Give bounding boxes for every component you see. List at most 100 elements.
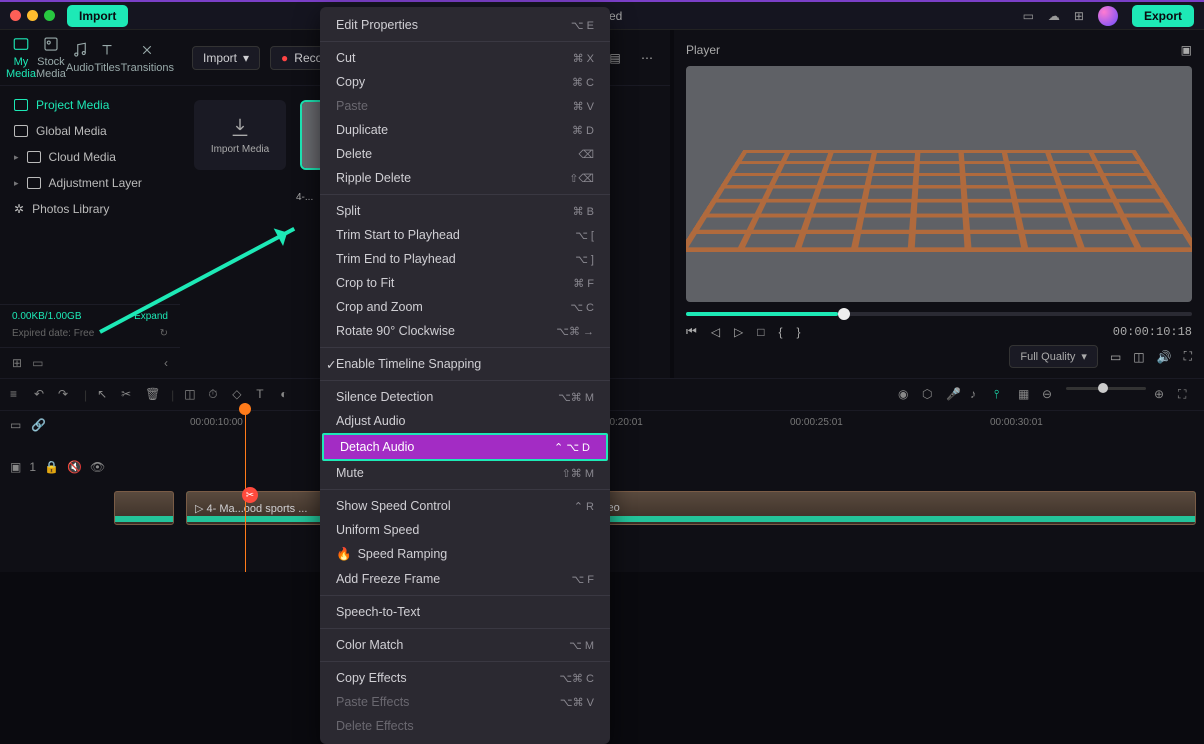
ctx-delete[interactable]: Delete⌫	[320, 142, 610, 166]
timeline-view-icon[interactable]: ▭	[10, 418, 21, 432]
ctx-color-match[interactable]: Color Match⌥ M	[320, 633, 610, 657]
layout-icon[interactable]: ▭	[1023, 9, 1034, 23]
track-visibility-icon[interactable]: ▣	[10, 460, 21, 474]
split-marker[interactable]: ✂	[242, 487, 258, 503]
ctx-trim-start-to-playhead[interactable]: Trim Start to Playhead⌥ [	[320, 223, 610, 247]
tree-project-media[interactable]: Project Media	[0, 92, 180, 118]
ctx-crop-to-fit[interactable]: Crop to Fit⌘ F	[320, 271, 610, 295]
import-button[interactable]: Import	[67, 5, 128, 27]
apps-icon[interactable]: ⊞	[1074, 9, 1084, 23]
compare-icon[interactable]: ◫	[1133, 350, 1144, 364]
tree-cloud-media[interactable]: ▸Cloud Media	[0, 144, 180, 170]
avatar[interactable]	[1098, 6, 1118, 26]
fullscreen-icon[interactable]: ⛶	[1184, 349, 1192, 364]
tab-titles[interactable]: Titles	[94, 41, 121, 74]
ctx-enable-timeline-snapping[interactable]: Enable Timeline Snapping	[320, 352, 610, 376]
chevron-left-icon[interactable]: ‹	[164, 356, 168, 370]
zoom-out-icon[interactable]: ⊖	[1042, 387, 1058, 403]
tab-audio[interactable]: Audio	[66, 41, 94, 74]
export-button[interactable]: Export	[1132, 5, 1194, 27]
timeline-ruler[interactable]: 00:00:10:00 00:00:20:01 00:00:25:01 00:0…	[110, 411, 1204, 439]
ctx-edit-properties[interactable]: Edit Properties⌥ E	[320, 13, 610, 37]
zoom-slider[interactable]	[1066, 387, 1146, 390]
import-dropdown[interactable]: Import▾	[192, 46, 260, 70]
menu-icon[interactable]: ≡	[10, 387, 26, 403]
bin-icon[interactable]: ▭	[32, 356, 43, 370]
snapshot-icon[interactable]: ▣	[1181, 43, 1192, 57]
volume-icon[interactable]: 🔊	[1157, 350, 1172, 364]
redo-icon[interactable]: ↷	[58, 387, 74, 403]
minimize-window[interactable]	[27, 10, 38, 21]
refresh-icon[interactable]: ↻	[160, 328, 168, 339]
crop-icon[interactable]: ◫	[184, 387, 200, 403]
ctx-crop-and-zoom[interactable]: Crop and Zoom⌥ C	[320, 295, 610, 319]
ctx-ripple-delete[interactable]: Ripple Delete⇧⌫	[320, 166, 610, 190]
zoom-in-icon[interactable]: ⊕	[1154, 387, 1170, 403]
maximize-window[interactable]	[44, 10, 55, 21]
keyframe-icon[interactable]: ◇	[232, 387, 248, 403]
tree-global-media[interactable]: Global Media	[0, 118, 180, 144]
play-back-icon[interactable]: ◁	[711, 325, 720, 339]
player-panel: Player ▣ ⏮ ◁ ▷ □ { } 00:00:10:18 Full Qu…	[674, 30, 1204, 378]
ctx-duplicate[interactable]: Duplicate⌘ D	[320, 118, 610, 142]
tab-stock-media[interactable]: Stock Media	[36, 35, 66, 80]
ctx-rotate-90-clockwise[interactable]: Rotate 90° Clockwise⌥⌘ →	[320, 319, 610, 343]
ctx-show-speed-control[interactable]: Show Speed Control⌃ R	[320, 494, 610, 518]
tree-photos-library[interactable]: ✲Photos Library	[0, 196, 180, 222]
mark-out-icon[interactable]: }	[797, 325, 801, 339]
scissors-icon[interactable]: ✂	[121, 387, 137, 403]
scrub-bar[interactable]	[686, 312, 1192, 316]
quality-dropdown[interactable]: Full Quality▾	[1009, 345, 1098, 368]
undo-icon[interactable]: ↶	[34, 387, 50, 403]
music-icon[interactable]: ♪	[970, 387, 986, 403]
ctx-split[interactable]: Split⌘ B	[320, 199, 610, 223]
ctx-cut[interactable]: Cut⌘ X	[320, 46, 610, 70]
more-icon[interactable]: ⋯	[636, 47, 658, 69]
mic-icon[interactable]: 🎤	[946, 387, 962, 403]
link-icon[interactable]: 🔗	[31, 418, 46, 432]
ctx-copy-effects[interactable]: Copy Effects⌥⌘ C	[320, 666, 610, 690]
marker-icon[interactable]: ◉	[898, 387, 914, 403]
preview-viewport[interactable]	[686, 66, 1192, 302]
window-controls	[10, 10, 55, 21]
ctx-paste-effects: Paste Effects⌥⌘ V	[320, 690, 610, 714]
ctx-speech-to-text[interactable]: Speech-to-Text	[320, 600, 610, 624]
tree-adjustment-layer[interactable]: ▸Adjustment Layer	[0, 170, 180, 196]
ctx-mute[interactable]: Mute⇧⌘ M	[320, 461, 610, 485]
eye-icon[interactable]: 👁	[90, 460, 105, 474]
lock-icon[interactable]: 🔒	[44, 460, 59, 474]
display-icon[interactable]: ▭	[1110, 350, 1121, 364]
mute-track-icon[interactable]: 🔇	[67, 460, 82, 474]
folder-icon	[27, 151, 41, 163]
ctx-speed-ramping[interactable]: 🔥Speed Ramping	[320, 542, 610, 567]
ctx-copy[interactable]: Copy⌘ C	[320, 70, 610, 94]
speed-icon[interactable]: ⏱	[208, 387, 224, 403]
media-tree: Project Media Global Media ▸Cloud Media …	[0, 86, 180, 304]
tab-transitions[interactable]: Transitions	[121, 41, 174, 74]
mixer-icon[interactable]: ⫯	[994, 387, 1010, 403]
stop-icon[interactable]: □	[757, 325, 764, 339]
ctx-adjust-audio[interactable]: Adjust Audio	[320, 409, 610, 433]
close-window[interactable]	[10, 10, 21, 21]
prev-frame-icon[interactable]: ⏮	[686, 324, 697, 339]
render-icon[interactable]: ▦	[1018, 387, 1034, 403]
cursor-icon[interactable]: ↖	[97, 387, 113, 403]
color-icon[interactable]: ◐	[280, 387, 296, 403]
ctx-uniform-speed[interactable]: Uniform Speed	[320, 518, 610, 542]
delete-icon[interactable]: 🗑	[145, 387, 161, 403]
cloud-icon[interactable]: ☁	[1048, 9, 1060, 23]
mark-in-icon[interactable]: {	[779, 325, 783, 339]
play-icon[interactable]: ▷	[734, 325, 743, 339]
ctx-detach-audio[interactable]: Detach Audio⌃ ⌥ D	[322, 433, 608, 461]
tab-my-media[interactable]: My Media	[6, 35, 36, 80]
import-media-card[interactable]: Import Media	[194, 100, 286, 170]
ctx-trim-end-to-playhead[interactable]: Trim End to Playhead⌥ ]	[320, 247, 610, 271]
fit-icon[interactable]: ⛶	[1178, 387, 1194, 403]
text-icon[interactable]: T	[256, 387, 272, 403]
scrub-knob[interactable]	[838, 308, 850, 320]
new-folder-icon[interactable]: ⊞	[12, 356, 22, 370]
ctx-add-freeze-frame[interactable]: Add Freeze Frame⌥ F	[320, 567, 610, 591]
ctx-silence-detection[interactable]: Silence Detection⌥⌘ M	[320, 385, 610, 409]
clip-thumb-small[interactable]	[114, 491, 174, 525]
shield-icon[interactable]: ⬡	[922, 387, 938, 403]
